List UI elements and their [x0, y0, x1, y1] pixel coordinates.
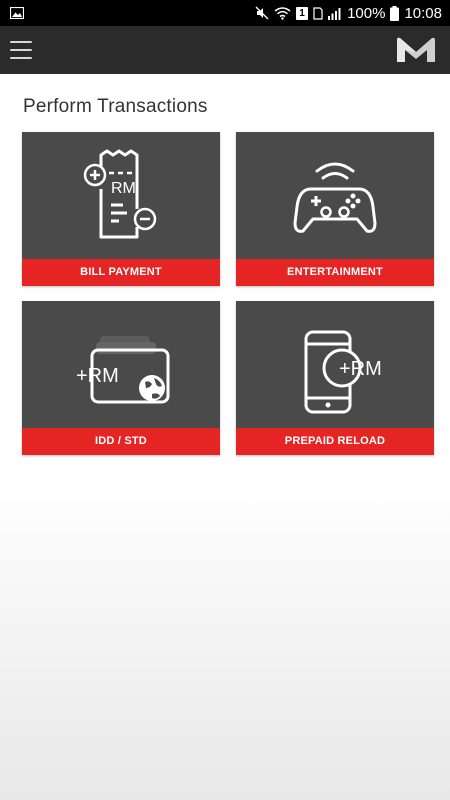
tile-icon-area: +RM — [22, 301, 220, 427]
bill-rm-text: RM — [111, 180, 136, 197]
gallery-notification-icon — [10, 7, 24, 19]
status-right: 1 100% 10:08 — [255, 5, 442, 22]
page-title: Perform Transactions — [23, 96, 208, 117]
m-logo-icon — [397, 37, 435, 62]
tile-icon-area: +RM — [236, 301, 434, 427]
prepaid-reload-label: PREPAID RELOAD — [236, 428, 434, 455]
app-bar — [0, 26, 450, 74]
status-left — [10, 7, 24, 19]
tile-icon-area: RM — [22, 132, 220, 258]
bill-receipt-icon: RM — [83, 149, 157, 239]
entertainment-label: ENTERTAINMENT — [236, 259, 434, 286]
idd-std-tile[interactable]: +RM IDD / STD — [22, 301, 220, 455]
wifi-icon — [274, 6, 291, 20]
no-sim-icon — [313, 6, 323, 20]
signal-icon — [328, 7, 341, 20]
idd-std-label: IDD / STD — [22, 428, 220, 455]
phone-reload-icon: +RM — [304, 330, 382, 414]
status-time: 10:08 — [404, 4, 442, 22]
sim-badge: 1 — [296, 6, 309, 20]
idd-rm-text: +RM — [76, 365, 119, 387]
prepaid-rm-text: +RM — [339, 358, 382, 380]
mute-icon — [255, 6, 269, 20]
cards-globe-icon: +RM — [76, 336, 170, 404]
hamburger-menu-icon[interactable] — [10, 41, 32, 59]
battery-percent: 100% — [347, 4, 386, 22]
entertainment-tile[interactable]: ENTERTAINMENT — [236, 132, 434, 286]
battery-icon — [390, 5, 400, 21]
gamepad-icon — [293, 162, 377, 233]
tile-icon-area — [236, 132, 434, 258]
prepaid-reload-tile[interactable]: +RM PREPAID RELOAD — [236, 301, 434, 455]
status-bar: 1 100% 10:08 — [0, 0, 450, 26]
bill-payment-tile[interactable]: RM BILL PAYMENT — [22, 132, 220, 286]
bill-payment-label: BILL PAYMENT — [22, 259, 220, 286]
